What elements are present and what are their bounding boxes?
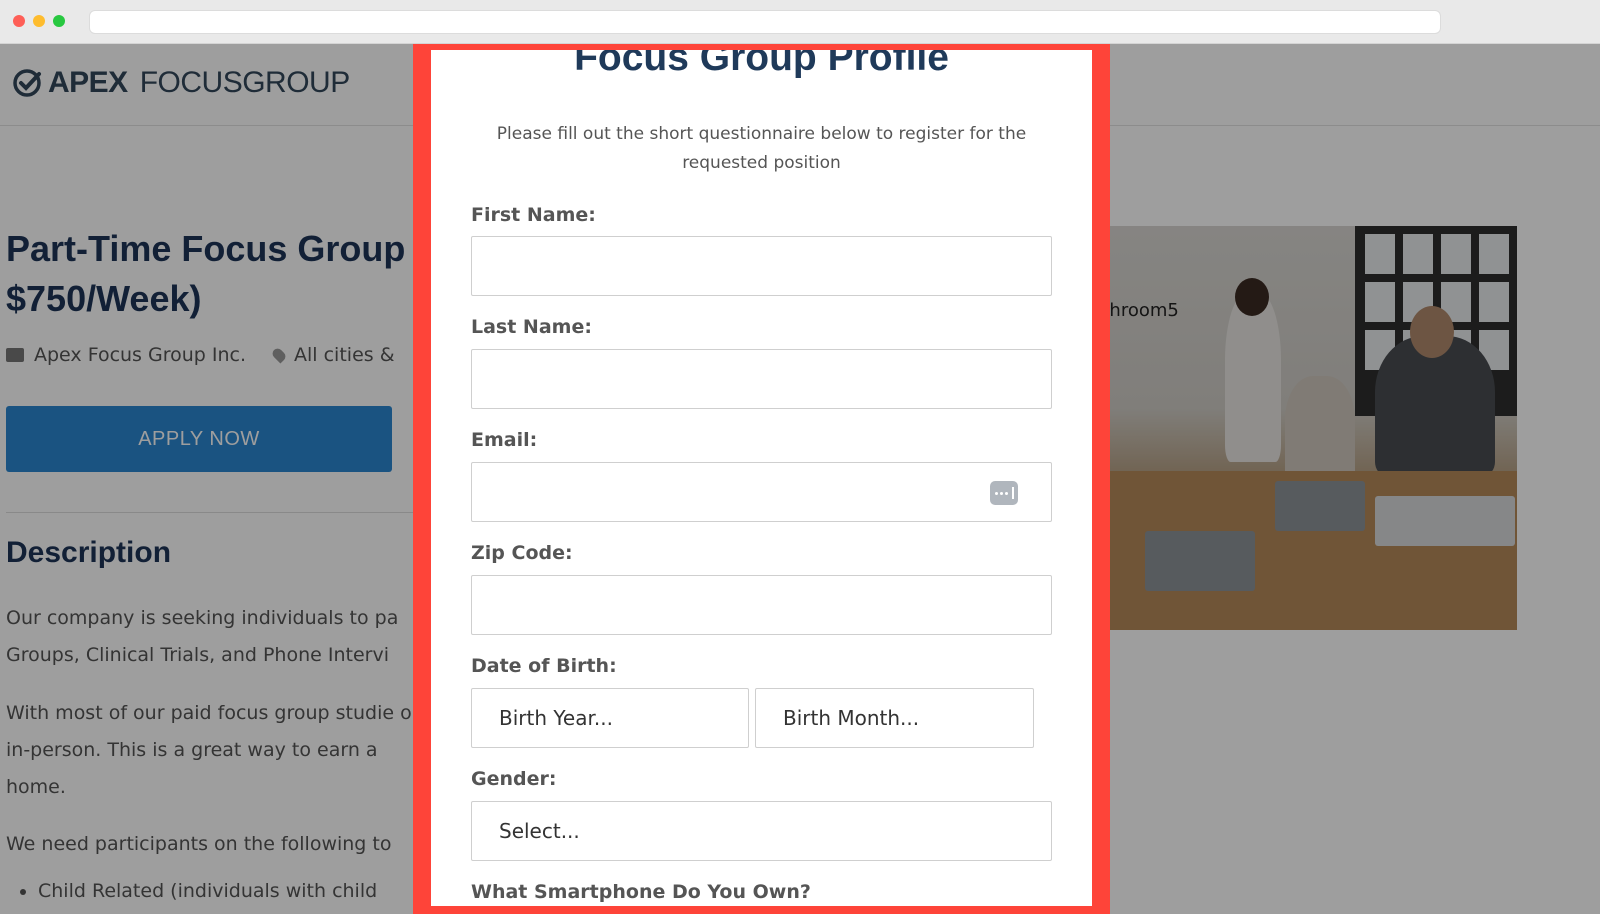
focus-group-profile-modal: Focus Group Profile Please fill out the … <box>431 50 1092 906</box>
email-input[interactable] <box>471 462 1052 522</box>
last-name-input[interactable] <box>471 349 1052 409</box>
email-label: Email: <box>471 429 538 451</box>
modal-subtitle: Please fill out the short questionnaire … <box>496 124 1027 173</box>
date-of-birth-label: Date of Birth: <box>471 655 617 677</box>
first-name-input[interactable] <box>471 236 1052 296</box>
maximize-window-button[interactable] <box>53 15 65 27</box>
zip-code-label: Zip Code: <box>471 542 573 564</box>
browser-chrome <box>0 0 1600 44</box>
birth-year-select[interactable]: Birth Year... <box>471 688 749 748</box>
password-manager-icon[interactable] <box>990 481 1018 505</box>
birth-month-select[interactable]: Birth Month... <box>755 688 1034 748</box>
smartphone-label: What Smartphone Do You Own? <box>471 881 811 903</box>
last-name-label: Last Name: <box>471 316 592 338</box>
address-bar[interactable] <box>89 10 1441 34</box>
gender-select[interactable]: Select... <box>471 801 1052 861</box>
zip-code-input[interactable] <box>471 575 1052 635</box>
close-window-button[interactable] <box>13 15 25 27</box>
modal-title: Focus Group Profile <box>574 50 949 79</box>
gender-label: Gender: <box>471 768 557 790</box>
first-name-label: First Name: <box>471 204 596 226</box>
minimize-window-button[interactable] <box>33 15 45 27</box>
